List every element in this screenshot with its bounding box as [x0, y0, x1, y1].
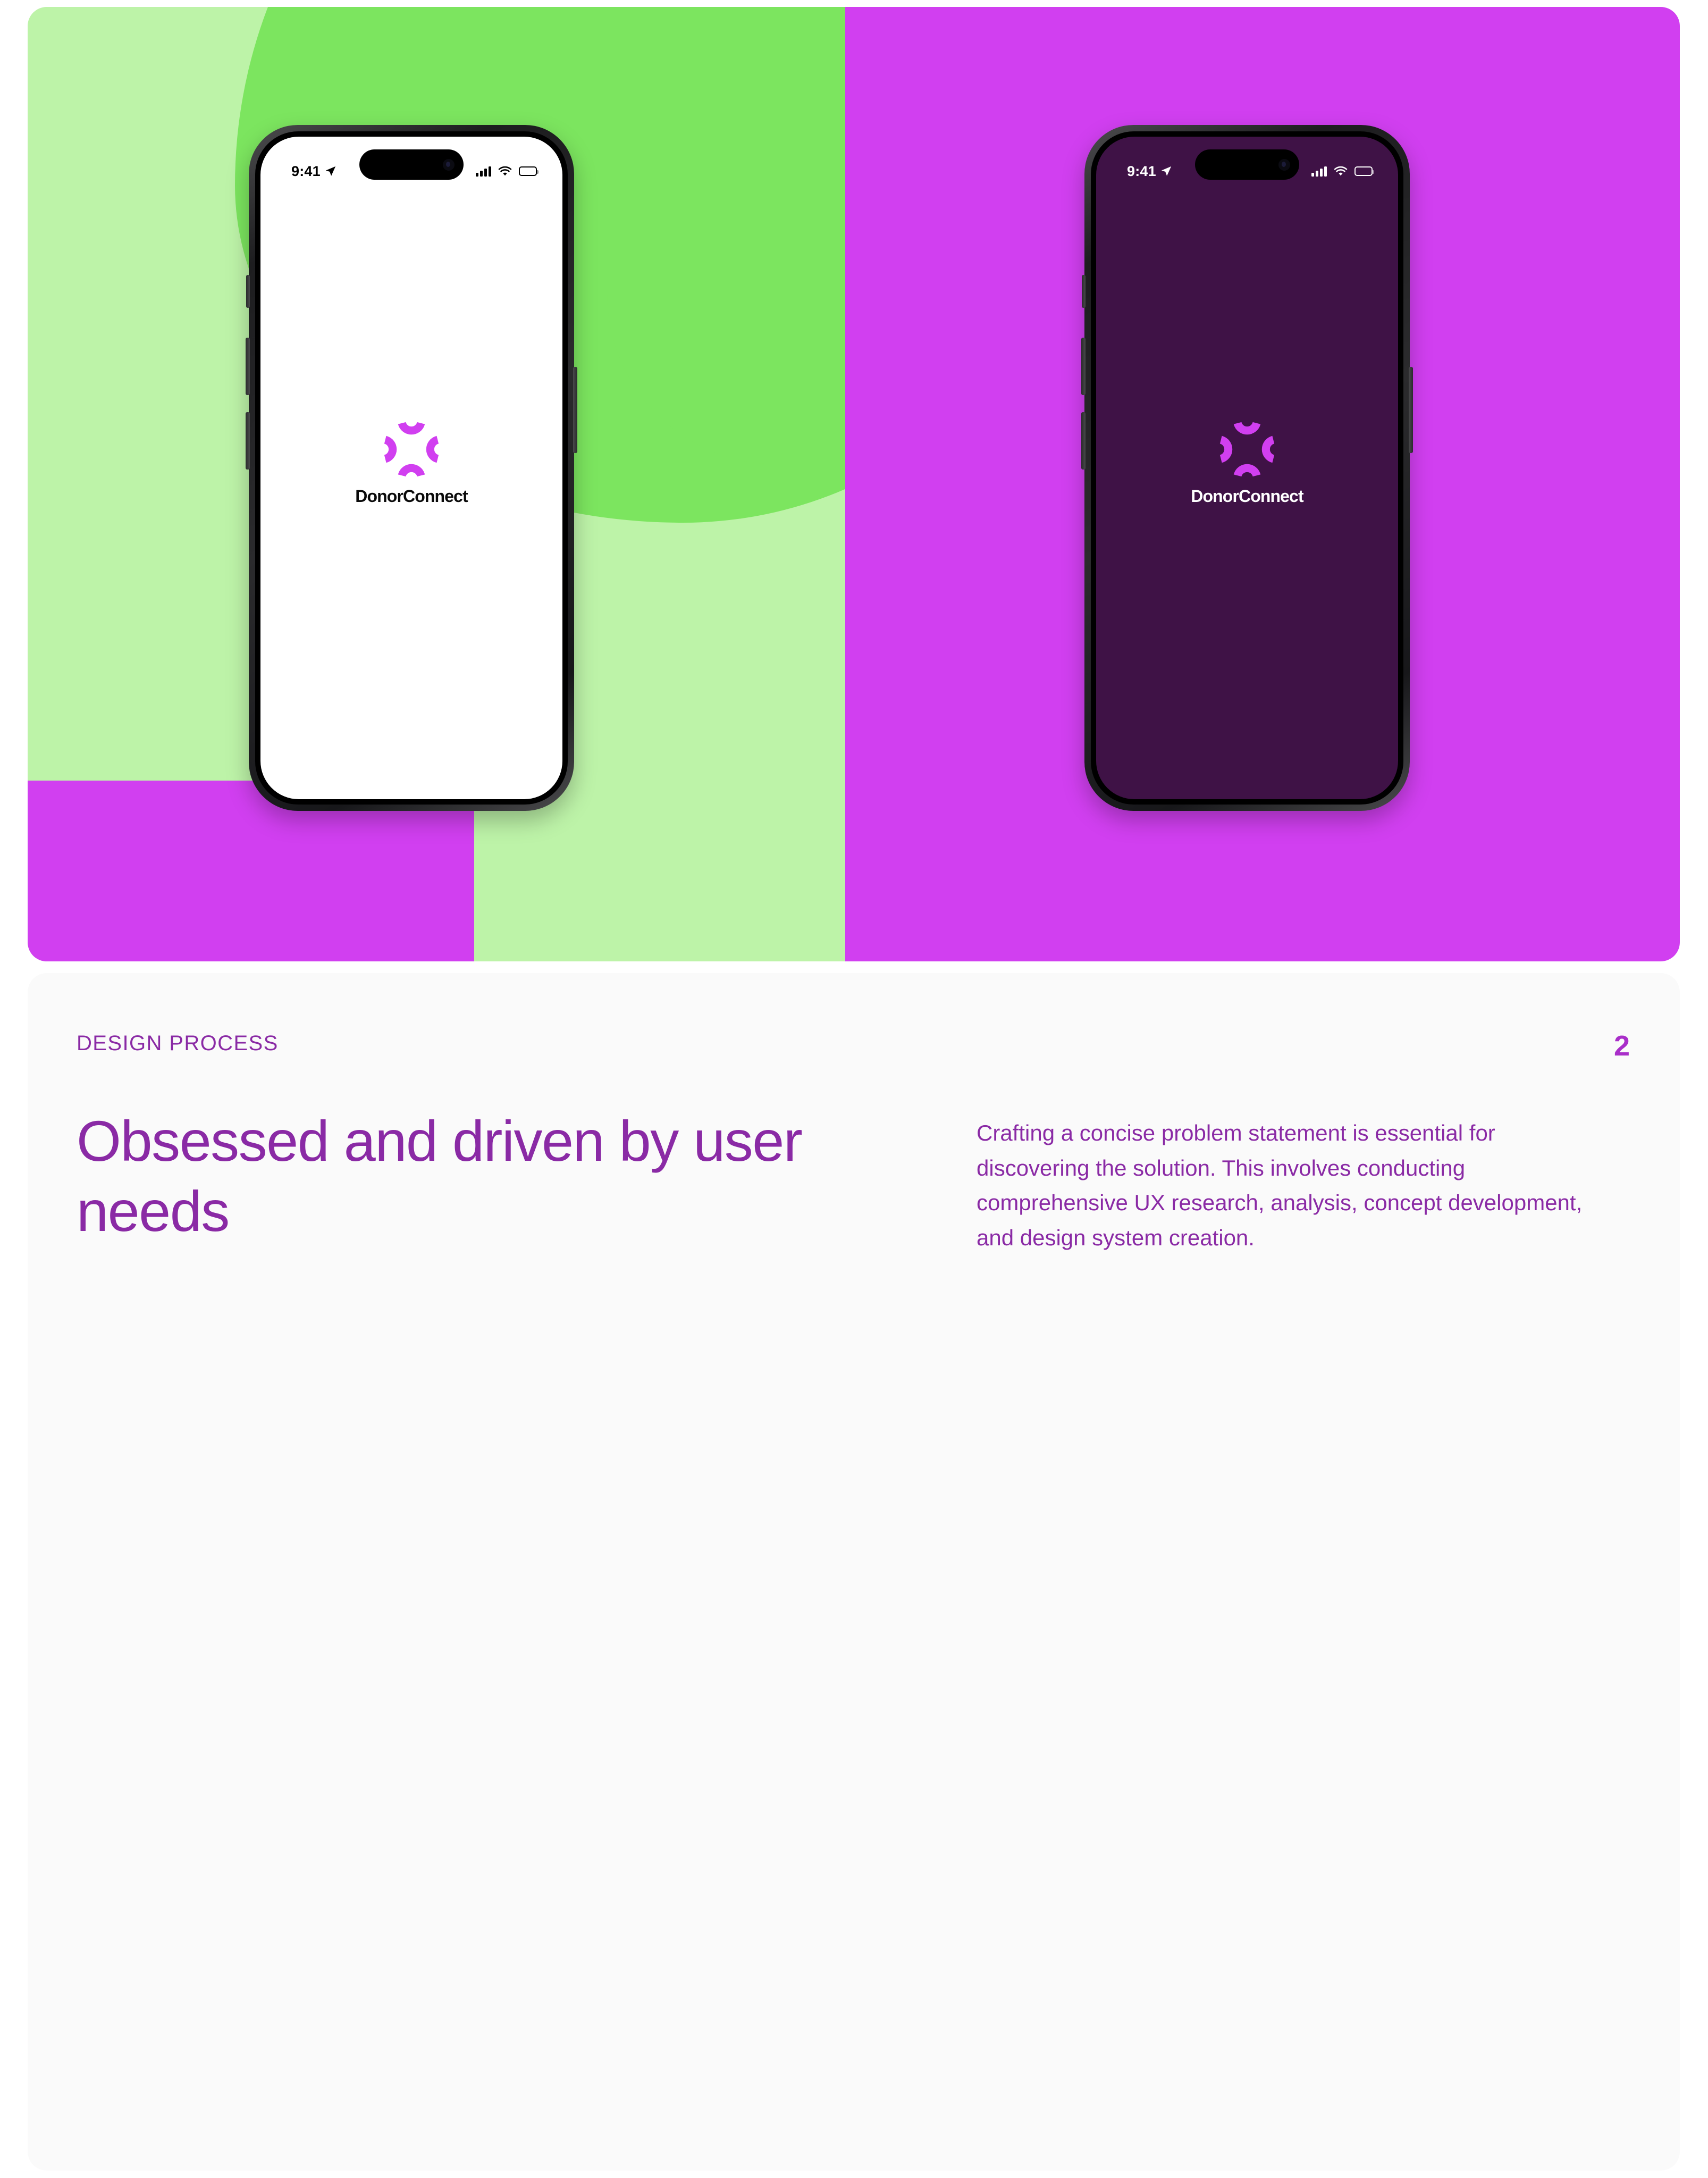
phone-screen-light: 9:41 DonorConnect [260, 137, 562, 799]
volume-up-button-dark[interactable] [1081, 338, 1086, 395]
phone-mockup-dark: 9:41 DonorConnect [1081, 125, 1413, 811]
power-button[interactable] [573, 367, 577, 453]
volume-up-button[interactable] [246, 338, 250, 395]
dynamic-island-dark [1195, 149, 1299, 180]
cellular-bars-icon [476, 166, 491, 177]
silent-switch-button-dark[interactable] [1082, 275, 1086, 308]
section-eyebrow: DESIGN PROCESS [77, 1032, 279, 1055]
power-button-dark[interactable] [1409, 367, 1413, 453]
status-bar-left: 9:41 [291, 163, 336, 180]
status-time-dark: 9:41 [1127, 163, 1156, 179]
hero-right-panel: 9:41 DonorConnect [845, 7, 1680, 961]
battery-icon [1354, 166, 1374, 176]
slide-page: 9:41 DonorConnect 9:41 DonorConnect DESI… [0, 0, 1708, 2178]
status-bar-right-dark [1311, 166, 1374, 177]
volume-down-button-dark[interactable] [1081, 412, 1086, 470]
wifi-icon [1334, 166, 1348, 176]
front-camera-icon [443, 158, 455, 171]
app-logo-lockup-dark: DonorConnect [1191, 420, 1304, 506]
app-logo-lockup: DonorConnect [355, 420, 468, 506]
phone-screen-dark: 9:41 DonorConnect [1096, 137, 1398, 799]
front-camera-icon [1278, 158, 1290, 171]
battery-icon [519, 166, 539, 176]
volume-down-button[interactable] [246, 412, 250, 470]
app-wordmark: DonorConnect [355, 486, 468, 506]
design-process-section: DESIGN PROCESS 2 Obsessed and driven by … [28, 973, 1680, 2171]
phone-mockup-light: 9:41 DonorConnect [246, 125, 577, 811]
phone-bezel-dark: 9:41 DonorConnect [1091, 131, 1403, 805]
hero-left-panel: 9:41 DonorConnect [28, 7, 845, 961]
section-description: Crafting a concise problem statement is … [977, 1120, 1583, 1250]
silent-switch-button[interactable] [246, 275, 250, 308]
page-number: 2 [1613, 1030, 1630, 1062]
location-arrow-icon [325, 166, 336, 176]
phone-bezel: 9:41 DonorConnect [255, 131, 568, 805]
status-time: 9:41 [291, 163, 321, 179]
status-bar-left-dark: 9:41 [1127, 163, 1172, 180]
hero-mockup-section: 9:41 DonorConnect 9:41 DonorConnect [28, 7, 1680, 961]
wifi-icon [498, 166, 512, 176]
app-wordmark-dark: DonorConnect [1191, 486, 1303, 506]
status-bar-right [476, 166, 539, 177]
location-arrow-icon [1161, 166, 1172, 176]
donorconnect-arcs-logo-icon [1219, 421, 1275, 477]
page-title: Obsessed and driven by user needs [77, 1109, 803, 1243]
donorconnect-arcs-logo-icon [384, 421, 439, 477]
dynamic-island [359, 149, 464, 180]
cellular-bars-icon [1311, 166, 1327, 177]
section-header-row: DESIGN PROCESS 2 [77, 1032, 1630, 1060]
